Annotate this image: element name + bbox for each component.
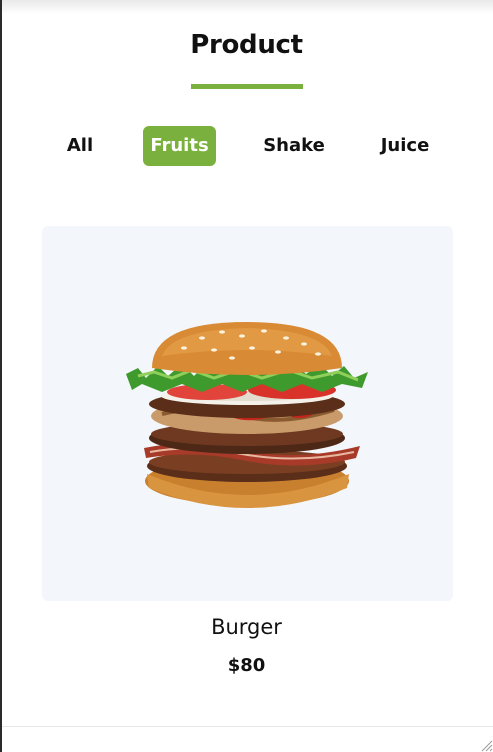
header-shadow bbox=[2, 0, 493, 14]
product-price: $80 bbox=[227, 655, 266, 676]
tab-all[interactable]: All bbox=[58, 126, 102, 166]
product-name[interactable]: Burger bbox=[0, 615, 493, 639]
resize-grip-icon[interactable] bbox=[477, 736, 493, 752]
product-image-card[interactable] bbox=[42, 226, 453, 601]
tab-fruits[interactable]: Fruits bbox=[143, 126, 216, 166]
tab-shake[interactable]: Shake bbox=[259, 126, 329, 166]
page-title: Product bbox=[190, 30, 303, 60]
title-underline bbox=[191, 84, 303, 89]
tab-juice[interactable]: Juice bbox=[377, 126, 433, 166]
window-left-border bbox=[0, 0, 2, 752]
burger-image bbox=[126, 322, 368, 508]
footer-divider bbox=[2, 726, 493, 727]
category-tabs: All Fruits Shake Juice bbox=[0, 126, 493, 166]
